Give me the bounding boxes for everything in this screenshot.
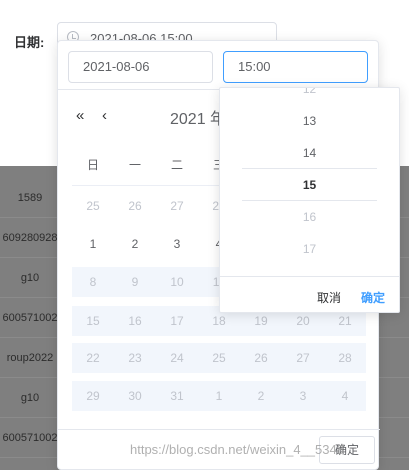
calendar-day[interactable]: 25 (198, 343, 240, 373)
calendar-day[interactable]: 10 (156, 267, 198, 297)
calendar-day[interactable]: 2 (240, 381, 282, 411)
calendar-day[interactable]: 22 (72, 343, 114, 373)
calendar-day[interactable]: 28 (324, 343, 366, 373)
prev-year-button[interactable]: « (76, 107, 84, 124)
calendar-day[interactable]: 26 (240, 343, 282, 373)
date-label: 日期: (14, 35, 45, 50)
calendar-day[interactable]: 4 (324, 381, 366, 411)
weekday-tue: 二 (170, 158, 183, 172)
weekday-sun: 日 (86, 158, 99, 172)
calendar-day[interactable]: 3 (156, 229, 198, 259)
picker-time-input[interactable]: 15:00 (223, 51, 368, 83)
calendar-day[interactable]: 8 (72, 267, 114, 297)
calendar-day[interactable]: 27 (282, 343, 324, 373)
calendar-day[interactable]: 16 (114, 306, 156, 336)
time-option[interactable]: 12 (220, 88, 399, 105)
watermark: https://blog.csdn.net/weixin_4__5348 (130, 442, 344, 457)
calendar-day[interactable]: 26 (114, 191, 156, 221)
prev-month-button[interactable]: ‹ (102, 107, 107, 124)
calendar-day[interactable]: 1 (198, 381, 240, 411)
table-cell: g10 (20, 392, 40, 404)
time-cancel-button[interactable]: 取消 (317, 289, 341, 306)
calendar-day[interactable]: 27 (156, 191, 198, 221)
table-cell: 609280928 (2, 232, 58, 244)
calendar-day[interactable]: 2 (114, 229, 156, 259)
time-spinner-panel: 12 13 14 15 16 17 取消 确定 (219, 87, 400, 313)
picker-date-input[interactable]: 2021-08-06 (68, 51, 213, 83)
calendar-day[interactable]: 24 (156, 343, 198, 373)
time-confirm-button[interactable]: 确定 (361, 289, 385, 306)
footer-divider (58, 429, 380, 430)
table-cell: 600571002 (2, 312, 58, 324)
calendar-week-row: 29 30 31 1 2 3 4 (72, 381, 366, 411)
calendar-day[interactable]: 1 (72, 229, 114, 259)
calendar-week-row: 22 23 24 25 26 27 28 (72, 343, 366, 373)
calendar-day[interactable]: 9 (114, 267, 156, 297)
table-cell: g10 (20, 272, 40, 284)
calendar-day[interactable]: 25 (72, 191, 114, 221)
table-cell: 1589 (17, 192, 43, 204)
calendar-day[interactable]: 30 (114, 381, 156, 411)
table-cell: 600571002 (2, 432, 58, 444)
time-option[interactable]: 17 (220, 233, 399, 265)
calendar-day[interactable]: 3 (282, 381, 324, 411)
weekday-mon: 一 (128, 158, 141, 172)
time-option[interactable]: 13 (220, 105, 399, 137)
calendar-day[interactable]: 29 (72, 381, 114, 411)
time-option[interactable]: 14 (220, 137, 399, 169)
time-footer-divider (220, 276, 399, 277)
calendar-day[interactable]: 31 (156, 381, 198, 411)
time-option-selected[interactable]: 15 (220, 169, 399, 201)
calendar-day[interactable]: 15 (72, 306, 114, 336)
time-option[interactable]: 16 (220, 201, 399, 233)
calendar-day[interactable]: 23 (114, 343, 156, 373)
calendar-header-title: 2021 年 (170, 111, 227, 128)
calendar-day[interactable]: 17 (156, 306, 198, 336)
table-cell: roup2022 (6, 352, 54, 364)
